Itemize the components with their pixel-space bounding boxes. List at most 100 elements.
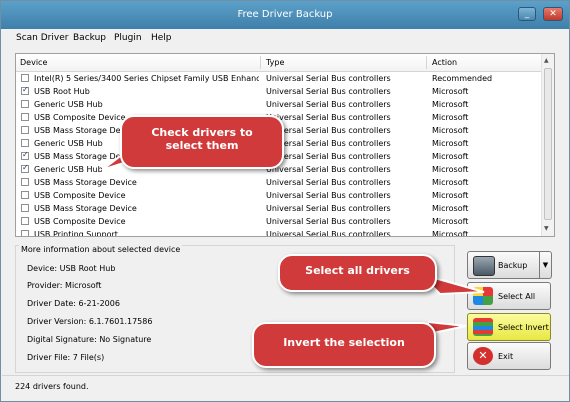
table-row[interactable]: ✓ USB Root Hub Universal Serial Bus contro… (16, 85, 541, 98)
driver-list[interactable]: Device Type Action Intel(R) 5 Series/340… (15, 53, 555, 237)
device-cell: USB Root Hub (34, 87, 90, 96)
row-checkbox[interactable] (21, 113, 29, 121)
info-driver-date: Driver Date: 6-21-2006 (27, 299, 120, 308)
device-cell: USB Printing Support (34, 230, 118, 237)
menu-bar: Scan Driver Backup Plugin Help (2, 30, 569, 48)
type-cell: Universal Serial Bus controllers (266, 178, 391, 187)
column-divider[interactable] (260, 56, 261, 69)
device-cell: USB Composite Device (34, 217, 126, 226)
table-row[interactable]: USB Mass Storage Device Universal Serial … (16, 176, 541, 189)
action-cell: Microsoft (432, 100, 469, 109)
action-cell: Microsoft (432, 126, 469, 135)
menu-help[interactable]: Help (151, 33, 172, 43)
stacked-rows-icon (473, 318, 493, 336)
action-cell: Microsoft (432, 230, 469, 237)
device-cell: USB Mass Storage Device (34, 204, 137, 213)
row-checkbox[interactable]: ✓ (21, 85, 29, 95)
device-cell: USB Mass Storage Device (34, 178, 137, 187)
type-cell: Universal Serial Bus controllers (266, 126, 391, 135)
device-cell: USB Composite Device (34, 191, 126, 200)
chevron-down-icon: ▼ (542, 261, 549, 269)
row-checkbox[interactable]: ✓ (21, 150, 29, 160)
info-driver-file: Driver File: 7 File(s) (27, 353, 105, 362)
action-cell: Microsoft (432, 139, 469, 148)
checkmark-icon: ✓ (22, 150, 29, 159)
callout-invert: Invert the selection (252, 322, 436, 368)
type-cell: Universal Serial Bus controllers (266, 165, 391, 174)
type-cell: Universal Serial Bus controllers (266, 87, 391, 96)
list-header: Device Type Action (16, 54, 541, 72)
row-checkbox[interactable] (21, 139, 29, 147)
close-window-button[interactable]: ✕ (543, 7, 563, 21)
menu-scan-driver[interactable]: Scan Driver (16, 33, 68, 43)
scroll-up-icon[interactable]: ▲ (544, 57, 549, 64)
action-cell: Microsoft (432, 152, 469, 161)
select-invert-label: Select Invert (498, 323, 549, 332)
menu-backup[interactable]: Backup (73, 33, 106, 43)
type-cell: Universal Serial Bus controllers (266, 204, 391, 213)
type-cell: Universal Serial Bus controllers (266, 74, 391, 83)
table-row[interactable]: USB Printing Support Universal Serial Bus… (16, 228, 541, 237)
table-row[interactable]: USB Composite Device Universal Serial Bus… (16, 215, 541, 228)
minimize-button[interactable]: _ (518, 7, 536, 21)
info-driver-version: Driver Version: 6.1.7601.17586 (27, 317, 153, 326)
action-cell: Microsoft (432, 87, 469, 96)
row-checkbox[interactable] (21, 126, 29, 134)
row-checkbox[interactable] (21, 191, 29, 199)
scroll-down-icon[interactable]: ▼ (544, 225, 549, 232)
row-checkbox[interactable] (21, 230, 29, 236)
callout-check-drivers: Check drivers to select them (120, 115, 284, 169)
type-cell: Universal Serial Bus controllers (266, 152, 391, 161)
device-cell: Intel(R) 5 Series/3400 Series Chipset Fa… (34, 74, 259, 83)
exit-icon: ✕ (473, 347, 493, 365)
column-divider[interactable] (426, 56, 427, 69)
device-info-legend: More information about selected device (19, 245, 183, 254)
callout-check-line-2: select them (165, 139, 239, 152)
table-row[interactable]: Generic USB Hub Universal Serial Bus cont… (16, 98, 541, 111)
status-bar: 224 drivers found. (2, 375, 569, 402)
action-cell: Microsoft (432, 178, 469, 187)
action-cell: Microsoft (432, 217, 469, 226)
row-checkbox[interactable] (21, 204, 29, 212)
type-cell: Universal Serial Bus controllers (266, 100, 391, 109)
type-cell: Universal Serial Bus controllers (266, 230, 391, 237)
action-cell: Microsoft (432, 191, 469, 200)
type-cell: Universal Serial Bus controllers (266, 191, 391, 200)
info-digital-signature: Digital Signature: No Signature (27, 335, 152, 344)
column-action[interactable]: Action (432, 58, 457, 67)
exit-button[interactable]: ✕ Exit (467, 342, 551, 370)
row-checkbox[interactable] (21, 178, 29, 186)
action-cell: Microsoft (432, 165, 469, 174)
backup-label: Backup (498, 261, 528, 270)
row-checkbox[interactable] (21, 217, 29, 225)
select-invert-button[interactable]: Select Invert (467, 313, 551, 341)
title-bar: Free Driver Backup _ ✕ (1, 1, 569, 29)
checkmark-icon: ✓ (22, 85, 29, 94)
action-cell: Recommended (432, 74, 493, 83)
action-cell: Microsoft (432, 113, 469, 122)
window-title: Free Driver Backup (237, 9, 333, 20)
table-row[interactable]: USB Composite Device Universal Serial Bus… (16, 189, 541, 202)
table-row[interactable]: USB Mass Storage Device Universal Serial … (16, 202, 541, 215)
row-checkbox[interactable] (21, 100, 29, 108)
menu-plugin[interactable]: Plugin (114, 33, 142, 43)
row-checkbox[interactable] (21, 74, 29, 82)
type-cell: Universal Serial Bus controllers (266, 113, 391, 122)
scroll-thumb[interactable] (544, 68, 552, 220)
info-device: Device: USB Root Hub (27, 264, 116, 273)
column-type[interactable]: Type (266, 58, 284, 67)
vertical-scrollbar[interactable]: ▲ ▼ (541, 54, 554, 236)
device-cell: Generic USB Hub (34, 100, 103, 109)
checkmark-icon: ✓ (22, 163, 29, 172)
status-text: 224 drivers found. (15, 382, 89, 391)
table-row[interactable]: Intel(R) 5 Series/3400 Series Chipset Fa… (16, 72, 541, 85)
info-provider: Provider: Microsoft (27, 281, 102, 290)
exit-label: Exit (498, 352, 514, 361)
type-cell: Universal Serial Bus controllers (266, 139, 391, 148)
row-checkbox[interactable]: ✓ (21, 163, 29, 173)
callout-select-all: Select all drivers (278, 254, 437, 292)
select-all-label: Select All (498, 292, 536, 301)
callout-check-line-1: Check drivers to (151, 126, 253, 139)
backup-dropdown-button[interactable]: ▼ (540, 251, 552, 279)
column-device[interactable]: Device (20, 58, 47, 67)
